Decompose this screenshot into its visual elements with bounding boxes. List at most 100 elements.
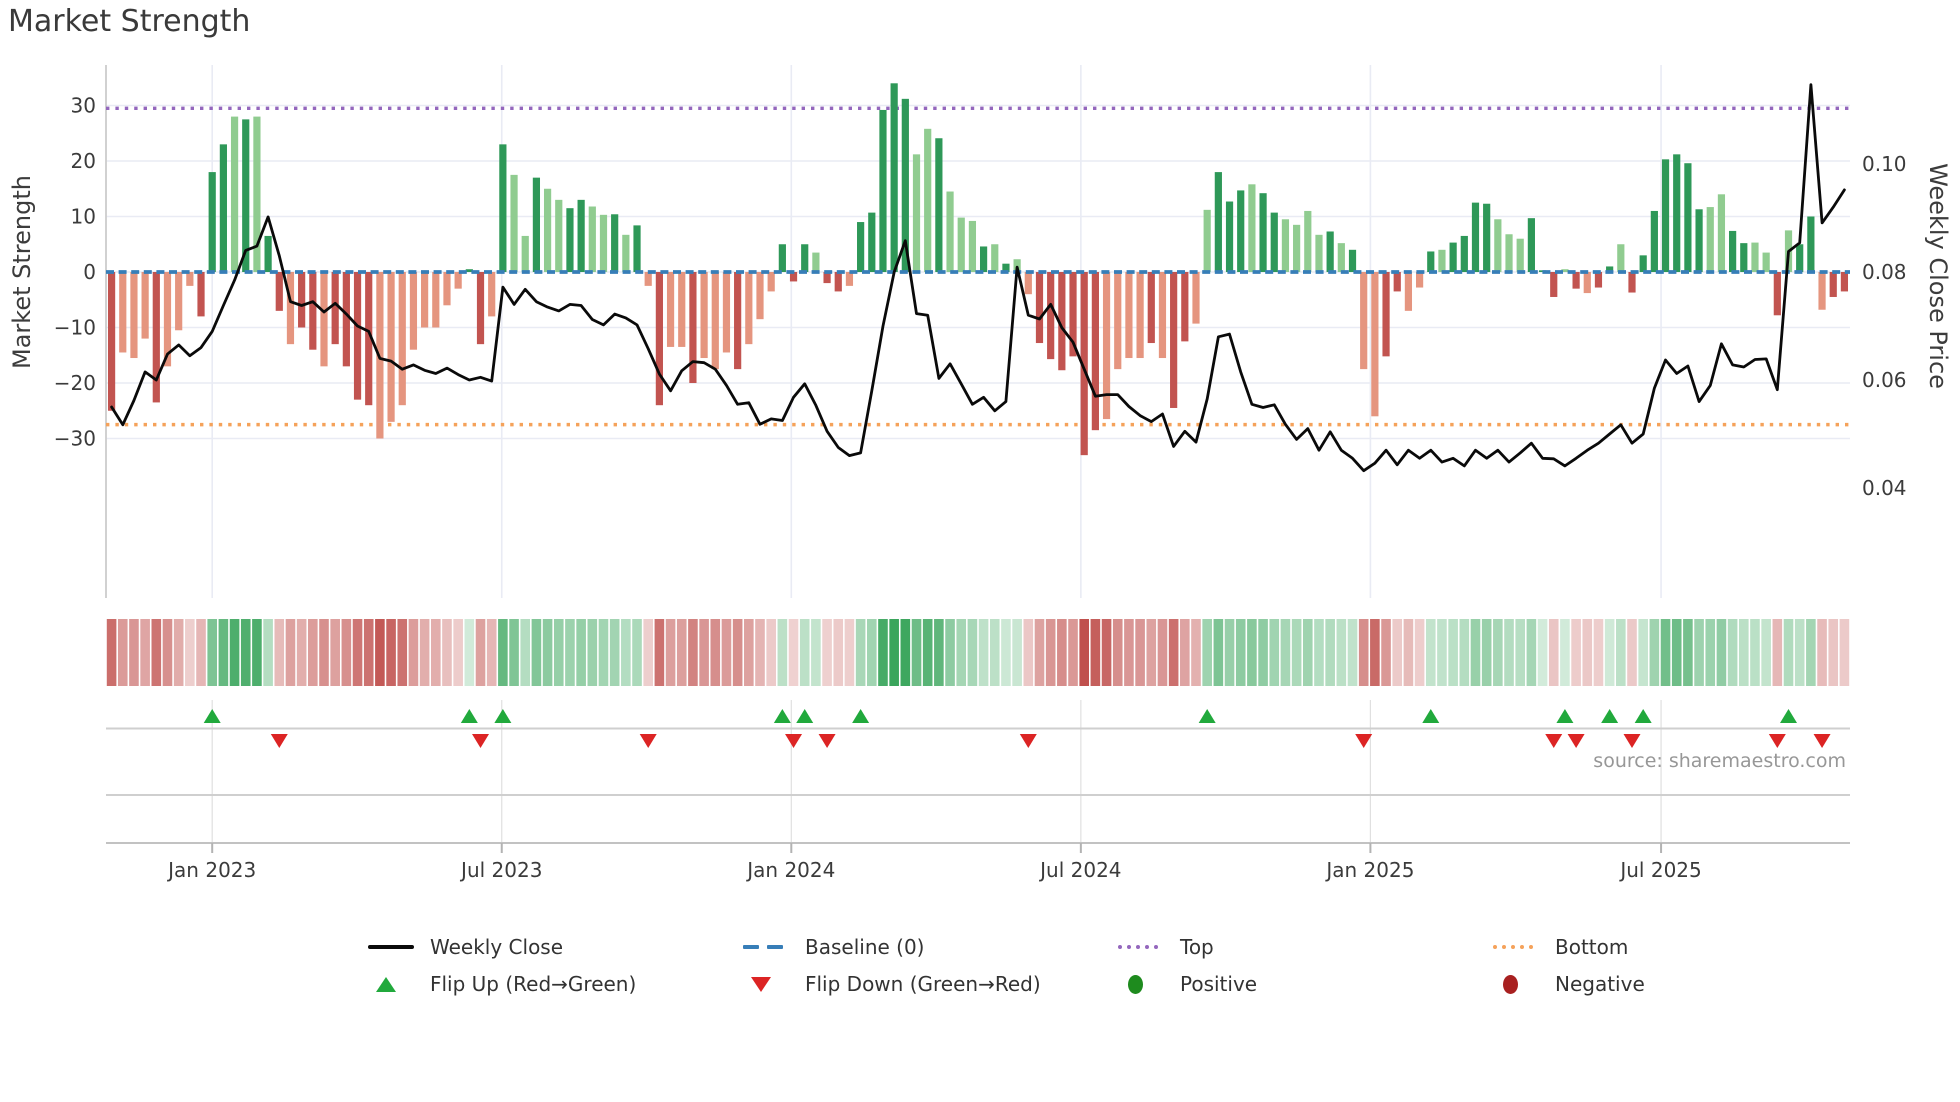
- legend-item-top: Top: [1118, 932, 1214, 962]
- heatmap-cell: [553, 619, 564, 686]
- heatmap-cell: [218, 619, 229, 686]
- heatmap-cell: [1470, 619, 1481, 686]
- flip-down-marker: [818, 734, 836, 748]
- heatmap-cell: [1683, 619, 1693, 686]
- heatmap-cell: [1202, 619, 1212, 686]
- positive-strength-bar: [1673, 154, 1681, 272]
- legend-item-flip-down: Flip Down (Green→Red): [743, 969, 1041, 999]
- top-dots-icon: [1118, 945, 1168, 949]
- heatmap-cell: [609, 619, 620, 686]
- heatmap-cell: [1638, 619, 1648, 686]
- heatmap-cell: [911, 619, 922, 686]
- positive-strength-bar: [622, 234, 630, 272]
- heatmap-cell: [822, 619, 832, 686]
- positive-strength-bar: [1706, 207, 1714, 272]
- heatmap-cell: [1235, 619, 1246, 686]
- flip-down-marker: [1623, 734, 1641, 748]
- negative-strength-bar: [1393, 272, 1401, 292]
- flip-up-marker: [1198, 709, 1216, 723]
- legend-label: Baseline (0): [805, 935, 925, 959]
- negative-strength-bar: [421, 272, 429, 328]
- positive-strength-bar: [1281, 219, 1290, 272]
- heatmap-cell: [799, 619, 810, 686]
- flip-down-marker: [1567, 734, 1585, 748]
- positive-strength-bar: [1248, 184, 1256, 272]
- negative-strength-bar: [1102, 272, 1111, 420]
- positive-strength-bar: [1661, 159, 1670, 272]
- negative-strength-bar: [1091, 272, 1099, 431]
- negative-strength-bar: [1382, 272, 1390, 357]
- heatmap-cell: [408, 619, 419, 686]
- heatmap-cell: [1671, 619, 1682, 686]
- heatmap-cell: [889, 619, 899, 686]
- positive-strength-bar: [1237, 190, 1245, 272]
- flip-down-triangle-icon: [743, 976, 793, 992]
- flip-down-marker: [1768, 734, 1786, 748]
- flip-up-marker: [203, 709, 221, 723]
- negative-strength-bar: [432, 272, 440, 328]
- heatmap-cell: [1694, 619, 1704, 686]
- heatmap-cell: [1571, 619, 1581, 686]
- positive-dot-icon: [1118, 974, 1168, 994]
- negative-strength-bar: [1773, 272, 1781, 316]
- heatmap-cell: [1537, 619, 1548, 686]
- heatmap-cell: [1258, 619, 1268, 686]
- positive-strength-bar: [801, 244, 809, 272]
- flip-up-marker: [1601, 709, 1619, 723]
- heatmap-cell: [274, 619, 285, 686]
- negative-strength-bar: [845, 272, 854, 286]
- heatmap-cell: [308, 619, 318, 686]
- heatmap-cell: [1604, 619, 1615, 686]
- bottom-dots-icon: [1493, 945, 1543, 949]
- heatmap-cell: [1493, 619, 1503, 686]
- y-left-tick-label: −20: [54, 371, 96, 395]
- negative-strength-bar: [1840, 272, 1849, 292]
- y-left-tick-label: 20: [71, 149, 96, 173]
- heatmap-cell: [1381, 619, 1391, 686]
- positive-strength-bar: [1494, 219, 1502, 272]
- heatmap-cell: [229, 619, 240, 686]
- heatmap-cell: [1314, 619, 1324, 686]
- flip-up-marker: [1422, 709, 1440, 723]
- positive-strength-bar: [1270, 212, 1278, 272]
- heatmap-cell: [1269, 619, 1280, 686]
- negative-strength-bar: [454, 272, 462, 289]
- positive-strength-bar: [1717, 194, 1726, 272]
- heatmap-cell: [688, 619, 698, 686]
- positive-strength-bar: [879, 109, 887, 272]
- y-left-tick-label: 30: [71, 94, 96, 118]
- heatmap-cell: [1034, 619, 1045, 686]
- negative-strength-bar: [476, 272, 485, 345]
- heatmap-cell: [151, 619, 162, 686]
- y-right-tick-label: 0.10: [1862, 152, 1907, 176]
- positive-strength-bar: [1326, 231, 1334, 272]
- flip-up-marker: [1780, 709, 1798, 723]
- heatmap-cell: [453, 619, 463, 686]
- negative-strength-bar: [834, 272, 842, 292]
- heatmap-cell: [498, 619, 508, 686]
- heatmap-cell: [1045, 619, 1056, 686]
- heatmap-cell: [1772, 619, 1783, 686]
- weekly-close-line-icon: [368, 945, 418, 949]
- heatmap-cell: [1738, 619, 1749, 686]
- negative-strength-bar: [342, 272, 350, 367]
- heatmap-cell: [520, 619, 531, 686]
- legend-item-positive: Positive: [1118, 969, 1257, 999]
- heatmap-cell: [330, 619, 340, 686]
- heatmap-cell: [1392, 619, 1403, 686]
- positive-strength-bar: [219, 144, 227, 272]
- negative-strength-bar: [711, 272, 719, 370]
- negative-strength-bar: [175, 272, 183, 331]
- legend-item-weekly-close: Weekly Close: [368, 932, 563, 962]
- flip-up-marker: [460, 709, 478, 723]
- legend-label: Bottom: [1555, 935, 1629, 959]
- heatmap-cell: [129, 619, 139, 686]
- positive-strength-bar: [1483, 203, 1491, 272]
- positive-strength-bar: [979, 246, 988, 272]
- positive-strength-bar: [778, 244, 786, 272]
- heatmap-cell: [710, 619, 721, 686]
- negative-strength-bar: [1024, 272, 1032, 295]
- heatmap-cell: [419, 619, 430, 686]
- positive-strength-bar: [1348, 249, 1357, 272]
- heatmap-cell: [844, 619, 855, 686]
